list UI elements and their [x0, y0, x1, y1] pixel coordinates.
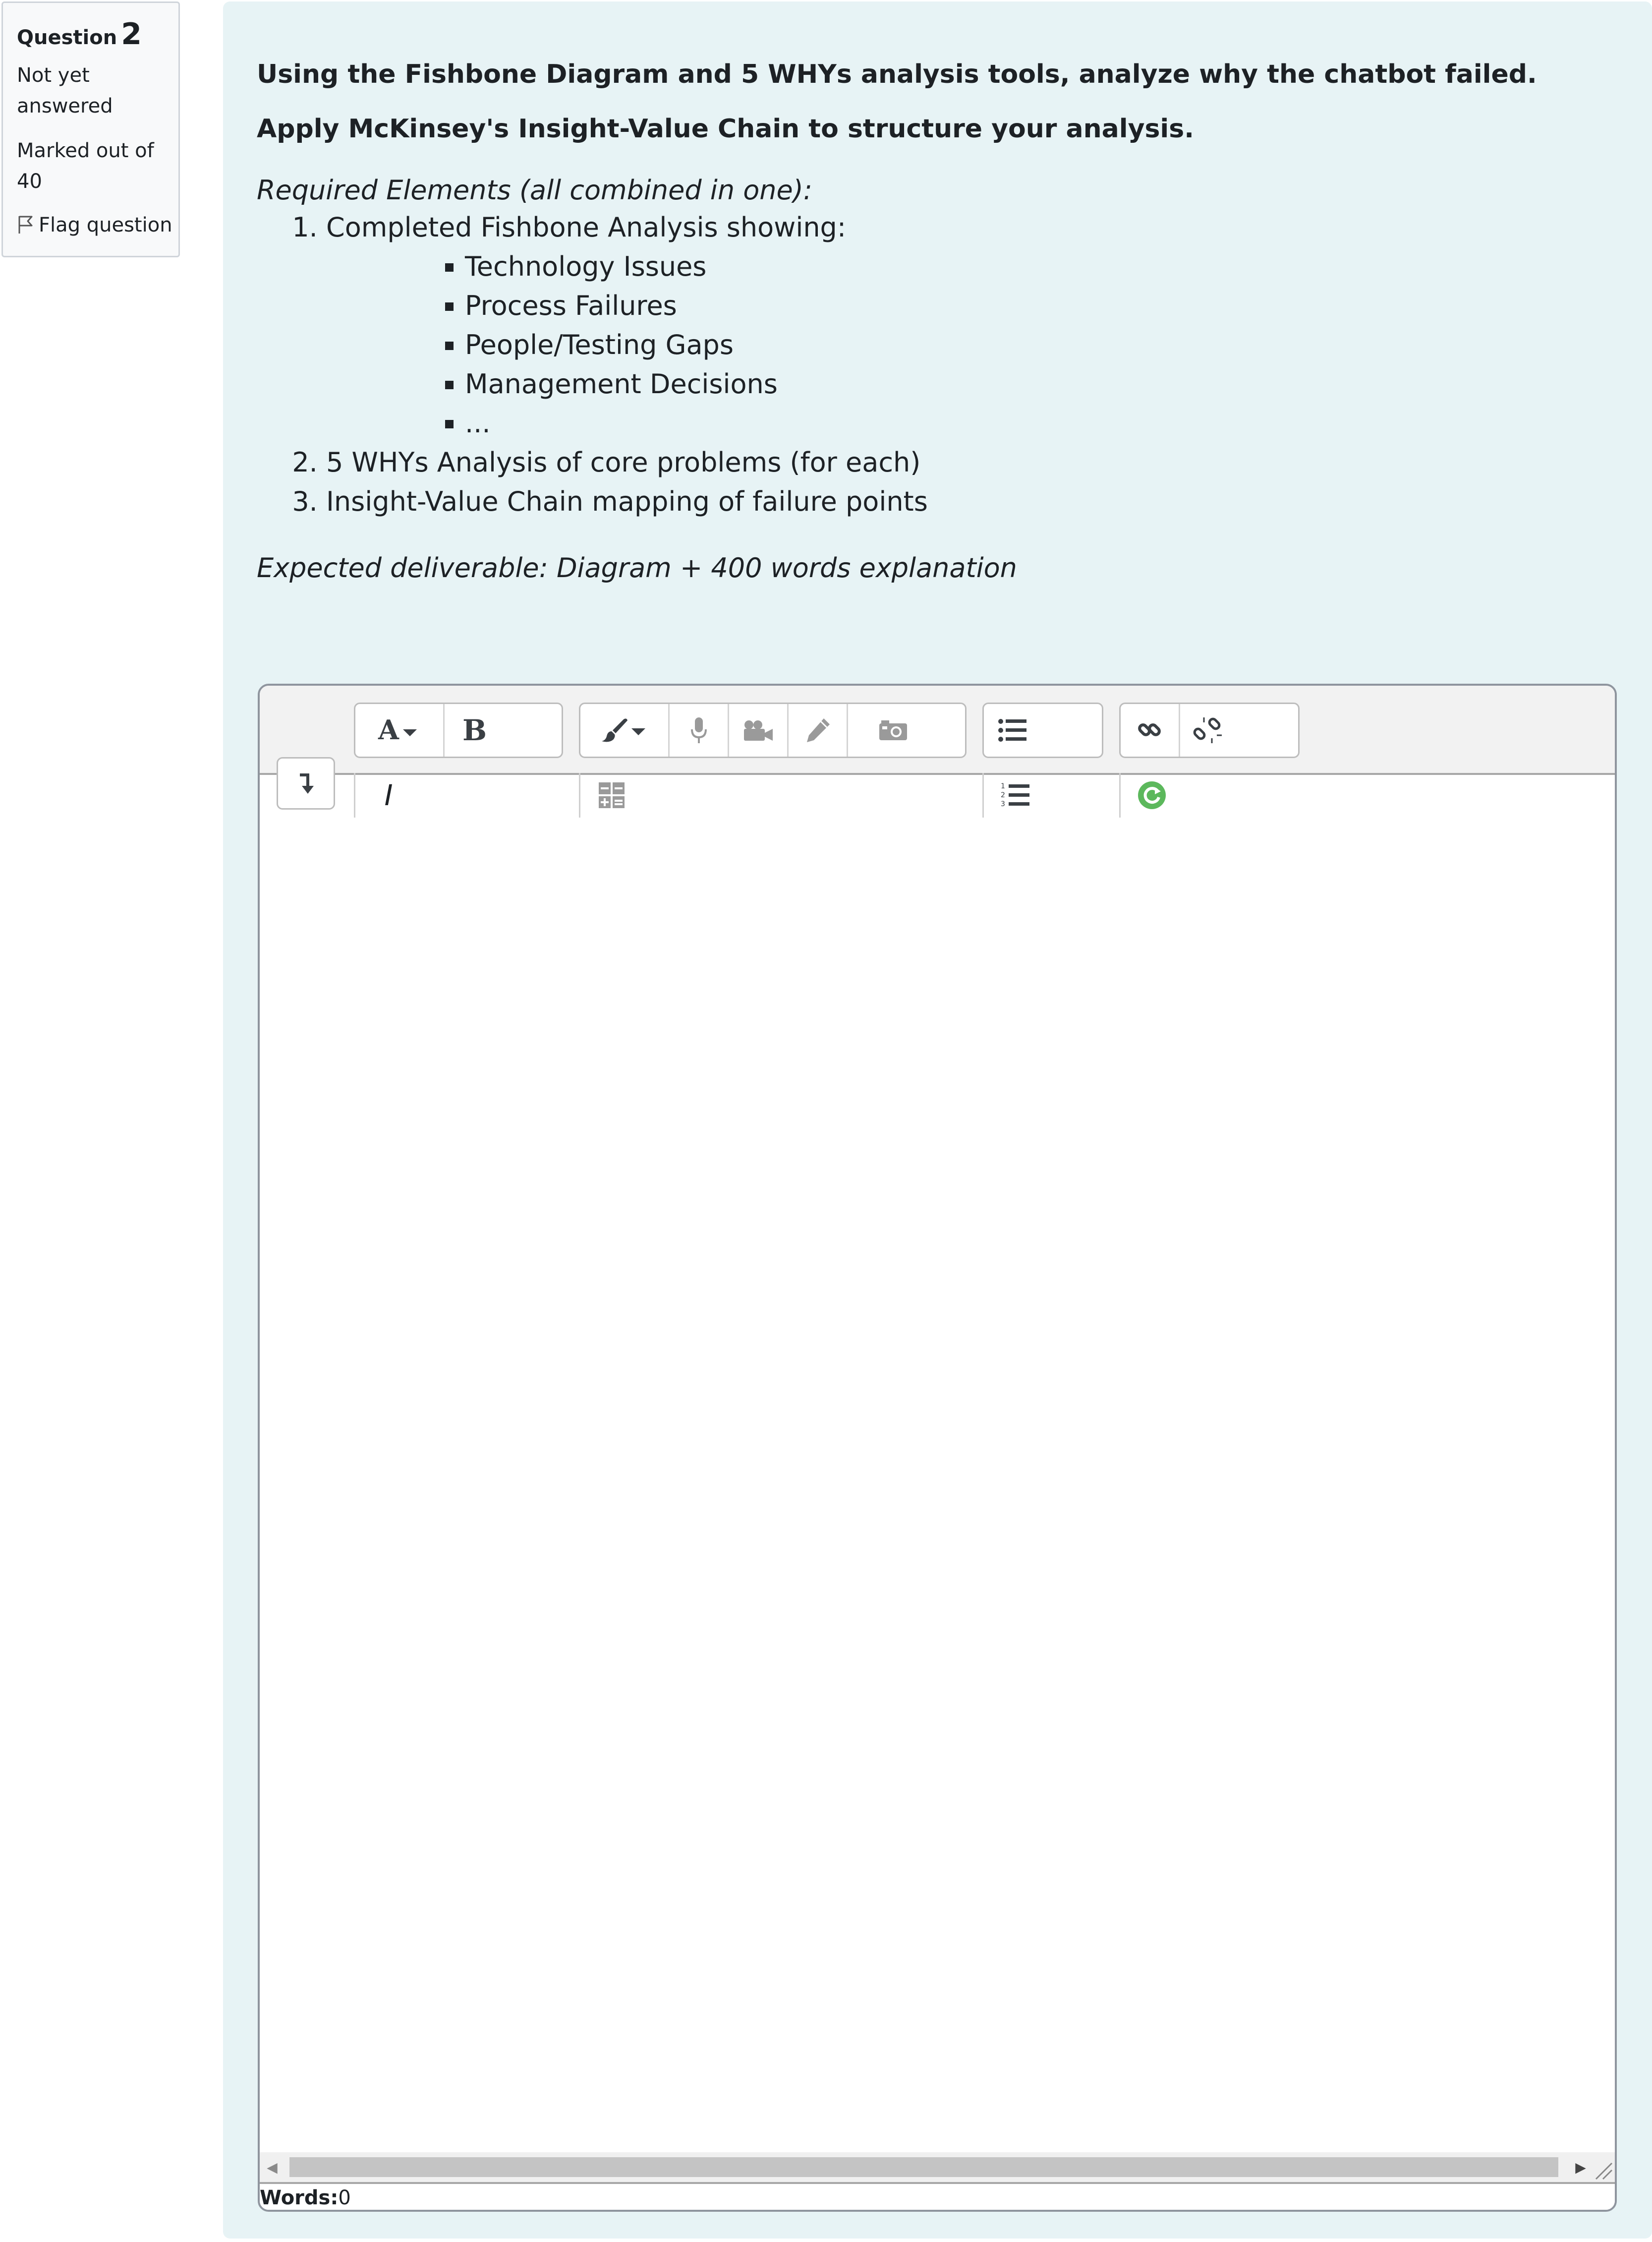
question-grade: Marked out of 40 — [17, 139, 154, 193]
flag-question-link[interactable]: Flag question — [17, 210, 172, 240]
list-item: Technology Issues — [465, 247, 1615, 286]
microphone-icon — [690, 717, 707, 743]
question-state: Not yet answered — [17, 64, 113, 118]
word-count-value: 0 — [338, 2186, 351, 2209]
list-item: Completed Fishbone Analysis showing: Tec… — [326, 208, 1615, 443]
required-heading: Required Elements (all combined in one): — [257, 175, 812, 206]
toolbar-group-style: A B — [354, 703, 563, 758]
pencil-icon — [806, 718, 830, 742]
resize-grip-icon — [1595, 2162, 1613, 2180]
answer-editor: A B I 1 2 3 ◀ ▶ Words:0 — [258, 684, 1617, 2212]
record-audio-button[interactable] — [670, 704, 729, 757]
camera-icon — [879, 720, 907, 740]
list-item: 5 WHYs Analysis of core problems (for ea… — [326, 443, 1615, 482]
editor-toolbar: A B I 1 2 3 — [260, 686, 1615, 818]
record-video-button[interactable] — [729, 704, 789, 757]
question-number: Question 2 — [17, 19, 165, 53]
bold-icon: B — [462, 713, 487, 747]
insert-image-button[interactable] — [848, 704, 938, 757]
svg-text:A: A — [378, 715, 399, 745]
question-text: Using the Fishbone Diagram and 5 WHYs an… — [257, 47, 1615, 586]
scroll-left-icon[interactable]: ◀ — [260, 2152, 285, 2182]
question-info: Question 2 Not yet answered Marked out of… — [1, 1, 180, 257]
paragraph-style-button[interactable]: A — [355, 704, 445, 757]
unordered-list-button[interactable] — [984, 704, 1102, 757]
toolbar-group-links — [1119, 703, 1300, 758]
toolbar-group-lists — [982, 703, 1103, 758]
word-count-label: Words: — [260, 2186, 339, 2209]
link-button[interactable] — [1121, 704, 1180, 757]
word-count-bar: Words:0 — [260, 2182, 1615, 2210]
answer-content-area[interactable] — [260, 775, 1615, 2089]
link-icon — [1138, 723, 1161, 736]
bulleted-list-icon — [998, 719, 1026, 742]
toolbar-group-media — [579, 703, 967, 758]
fishbone-sublist: Technology Issues Process Failures Peopl… — [326, 247, 1615, 443]
list-item: Insight-Value Chain mapping of failure p… — [326, 482, 1615, 521]
question-page: Question 2 Not yet answered Marked out of… — [0, 0, 1652, 2242]
flag-question-label: Flag question — [39, 214, 172, 236]
expected-deliverable: Expected deliverable: Diagram + 400 word… — [257, 552, 1017, 584]
horizontal-scrollbar[interactable]: ◀ ▶ — [260, 2152, 1593, 2182]
unlink-button[interactable] — [1180, 704, 1298, 757]
question-lead: Using the Fishbone Diagram and 5 WHYs an… — [257, 59, 1537, 144]
flag-icon — [18, 216, 33, 234]
font-style-dropdown-icon: A — [378, 715, 417, 745]
video-camera-icon — [743, 720, 773, 741]
scrollbar-thumb[interactable] — [289, 2157, 1558, 2177]
list-item: Management Decisions — [465, 364, 1615, 404]
paintbrush-dropdown-icon — [601, 718, 645, 742]
unlink-icon — [1193, 717, 1222, 743]
list-item: People/Testing Gaps — [465, 325, 1615, 364]
list-item: Process Failures — [465, 286, 1615, 325]
resize-handle[interactable] — [1589, 2152, 1615, 2182]
question-formulation: Using the Fishbone Diagram and 5 WHYs an… — [223, 1, 1652, 2239]
text-color-button[interactable] — [580, 704, 670, 757]
question-number-value: 2 — [121, 17, 142, 52]
bold-button[interactable]: B — [445, 704, 562, 757]
list-item: ... — [465, 404, 1615, 443]
draw-button[interactable] — [789, 704, 848, 757]
question-label: Question — [17, 26, 117, 49]
required-list: Completed Fishbone Analysis showing: Tec… — [257, 208, 1615, 521]
